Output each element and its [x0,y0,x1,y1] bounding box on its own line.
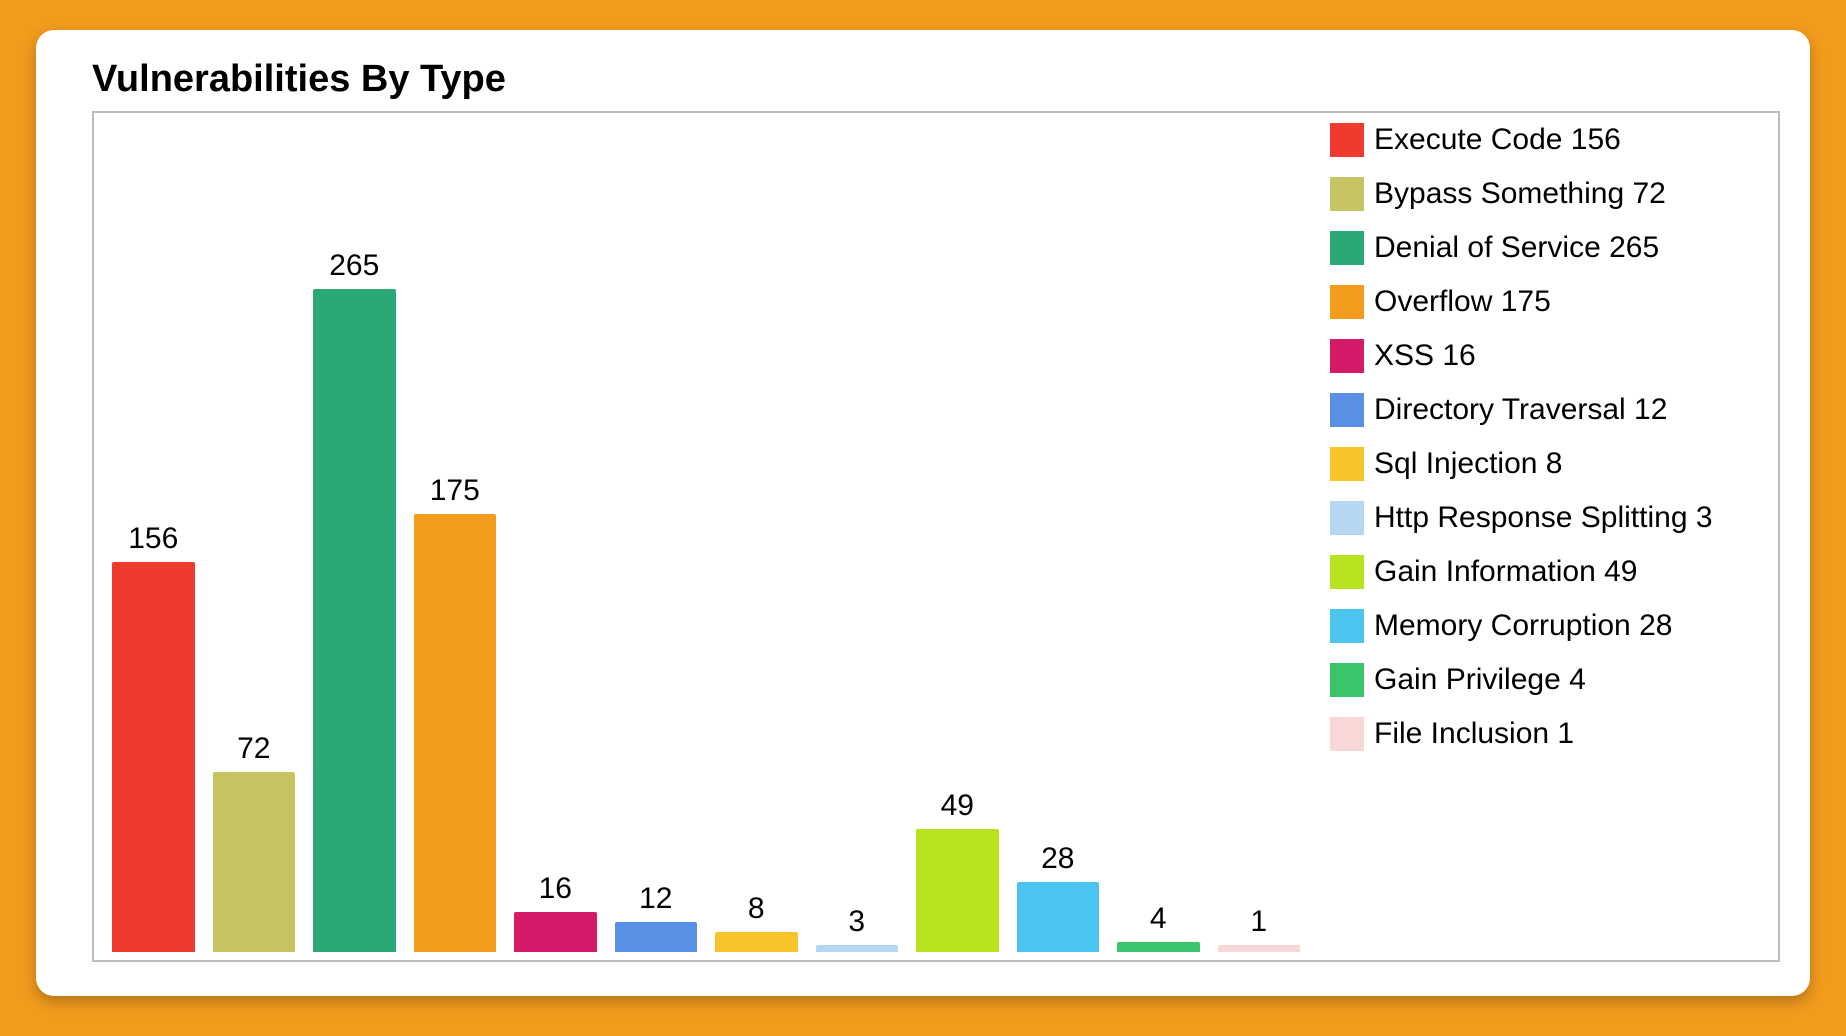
legend-item: Sql Injection 8 [1330,447,1766,481]
bar-value-label: 49 [941,789,974,823]
legend-label: XSS 16 [1374,339,1476,373]
bar-value-label: 8 [748,892,765,926]
chart-card: Vulnerabilities By Type 1567226517516128… [36,30,1810,996]
legend-item: Http Response Splitting 3 [1330,501,1766,535]
legend-label: Directory Traversal 12 [1374,393,1667,427]
legend-item: Overflow 175 [1330,285,1766,319]
legend-swatch [1330,123,1364,157]
legend-swatch [1330,339,1364,373]
bar-slot: 175 [414,123,497,952]
legend-item: Denial of Service 265 [1330,231,1766,265]
bar [816,945,899,953]
bar-value-label: 4 [1150,902,1167,936]
legend-label: Sql Injection 8 [1374,447,1562,481]
legend-item: Gain Information 49 [1330,555,1766,589]
legend-item: Execute Code 156 [1330,123,1766,157]
legend-label: Http Response Splitting 3 [1374,501,1713,535]
legend-item: Memory Corruption 28 [1330,609,1766,643]
bar-slot: 49 [916,123,999,952]
bar-slot: 156 [112,123,195,952]
legend-label: Memory Corruption 28 [1374,609,1672,643]
bar-slot: 28 [1017,123,1100,952]
legend-item: Gain Privilege 4 [1330,663,1766,697]
bar-slot: 4 [1117,123,1200,952]
legend-swatch [1330,285,1364,319]
bar-value-label: 3 [848,905,865,939]
bar [1017,882,1100,952]
bar-slot: 1 [1218,123,1301,952]
stage: Vulnerabilities By Type 1567226517516128… [0,0,1846,1036]
bar [414,514,497,952]
bar-value-label: 28 [1041,842,1074,876]
legend-label: Gain Privilege 4 [1374,663,1586,697]
legend-item: Directory Traversal 12 [1330,393,1766,427]
legend-item: XSS 16 [1330,339,1766,373]
bar-value-label: 72 [237,732,270,766]
bar [514,912,597,952]
legend-swatch [1330,609,1364,643]
bar [715,932,798,952]
bar-value-label: 175 [430,474,480,508]
legend-swatch [1330,177,1364,211]
bar-slot: 8 [715,123,798,952]
legend-label: Denial of Service 265 [1374,231,1659,265]
bar-value-label: 265 [329,249,379,283]
bar-slot: 3 [816,123,899,952]
legend-swatch [1330,231,1364,265]
bar-slot: 16 [514,123,597,952]
chart-title: Vulnerabilities By Type [92,58,1780,101]
bar [1117,942,1200,952]
bar [213,772,296,952]
legend-swatch [1330,555,1364,589]
bar-value-label: 1 [1250,905,1267,939]
bar-slot: 12 [615,123,698,952]
legend-label: Gain Information 49 [1374,555,1637,589]
plot-area: 156 72 265 175 16 12 8 3 49 28 4 1 [106,123,1306,952]
legend-label: Overflow 175 [1374,285,1551,319]
legend-label: Bypass Something 72 [1374,177,1666,211]
bar-slot: 72 [213,123,296,952]
chart-frame: 156 72 265 175 16 12 8 3 49 28 4 1 Execute Code 156… [92,111,1780,962]
legend: Execute Code 156 Bypass Something 72 Denia… [1306,123,1766,952]
bar [313,289,396,952]
legend-item: Bypass Something 72 [1330,177,1766,211]
legend-swatch [1330,393,1364,427]
legend-swatch [1330,717,1364,751]
bar-slot: 265 [313,123,396,952]
legend-item: File Inclusion 1 [1330,717,1766,751]
bar-value-label: 156 [128,522,178,556]
legend-label: File Inclusion 1 [1374,717,1574,751]
bar [112,562,195,952]
bar [1218,945,1301,952]
legend-swatch [1330,501,1364,535]
legend-label: Execute Code 156 [1374,123,1621,157]
legend-swatch [1330,447,1364,481]
bar [615,922,698,952]
bar-value-label: 12 [639,882,672,916]
legend-swatch [1330,663,1364,697]
bar [916,829,999,952]
bar-value-label: 16 [539,872,572,906]
